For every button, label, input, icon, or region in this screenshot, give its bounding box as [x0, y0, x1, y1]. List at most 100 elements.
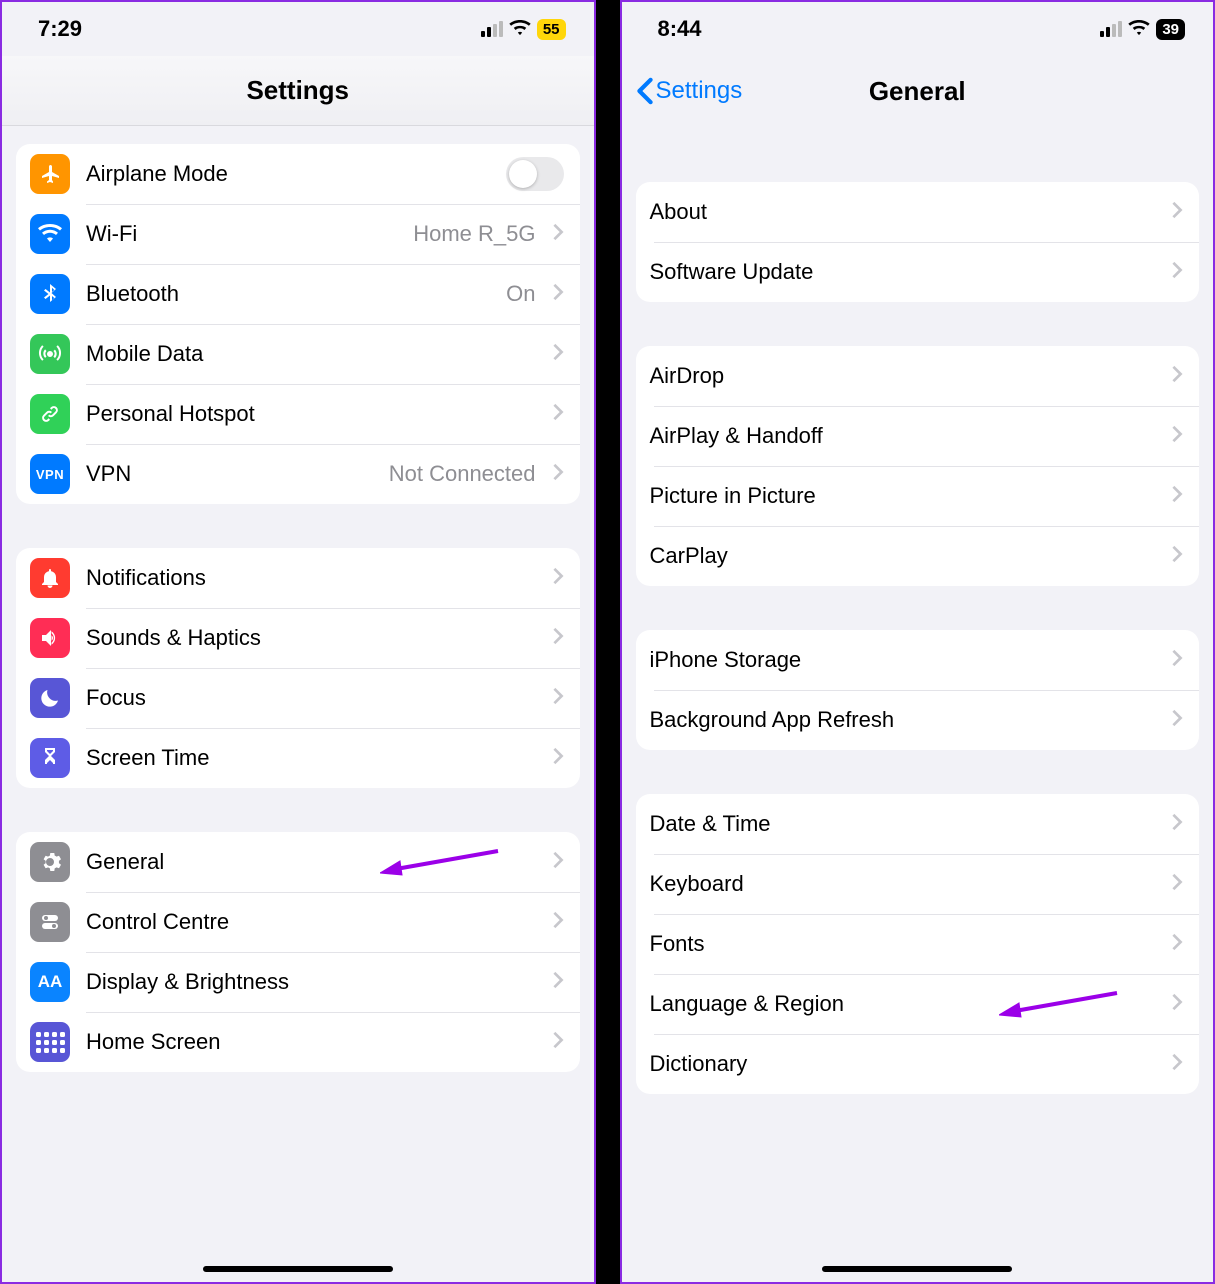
settings-group: Notifications Sounds & Haptics Focus Screen… [16, 548, 580, 788]
toggle-switch[interactable] [506, 157, 564, 191]
home-indicator[interactable] [203, 1266, 393, 1272]
row-display[interactable]: AADisplay & Brightness [16, 952, 580, 1012]
row-label: Fonts [650, 931, 1156, 957]
chevron-right-icon [1171, 365, 1183, 388]
row-label: General [86, 849, 536, 875]
settings-list[interactable]: Airplane Mode Wi-FiHome R_5GBluetoothOn Mo… [2, 126, 594, 1282]
row-homescreen[interactable]: Home Screen [16, 1012, 580, 1072]
row-label: Airplane Mode [86, 161, 490, 187]
airplane-icon [30, 154, 70, 194]
chevron-right-icon [552, 747, 564, 770]
wifi-icon [30, 214, 70, 254]
row-sounds[interactable]: Sounds & Haptics [16, 608, 580, 668]
row-storage[interactable]: iPhone Storage [636, 630, 1200, 690]
switches-icon [30, 902, 70, 942]
general-list[interactable]: About Software Update AirDrop AirPlay & Han… [622, 126, 1214, 1282]
row-hotspot[interactable]: Personal Hotspot [16, 384, 580, 444]
antenna-icon [30, 334, 70, 374]
chevron-right-icon [552, 403, 564, 426]
speaker-icon [30, 618, 70, 658]
wifi-icon [1128, 16, 1150, 42]
chevron-right-icon [552, 283, 564, 306]
chevron-right-icon [1171, 933, 1183, 956]
row-swupdate[interactable]: Software Update [636, 242, 1200, 302]
row-fonts[interactable]: Fonts [636, 914, 1200, 974]
chevron-right-icon [1171, 261, 1183, 284]
homegrid-icon [30, 1022, 70, 1062]
row-label: CarPlay [650, 543, 1156, 569]
row-label: Picture in Picture [650, 483, 1156, 509]
row-vpn[interactable]: VPN VPN Not Connected [16, 444, 580, 504]
battery-indicator: 55 [537, 19, 566, 40]
bell-icon [30, 558, 70, 598]
row-label: VPN [86, 461, 373, 487]
chevron-right-icon [552, 971, 564, 994]
row-screentime[interactable]: Screen Time [16, 728, 580, 788]
chevron-right-icon [552, 567, 564, 590]
row-langregion[interactable]: Language & Region [636, 974, 1200, 1034]
row-mobiledata[interactable]: Mobile Data [16, 324, 580, 384]
home-indicator[interactable] [822, 1266, 1012, 1272]
row-label: Mobile Data [86, 341, 536, 367]
row-label: Notifications [86, 565, 536, 591]
row-bgrefresh[interactable]: Background App Refresh [636, 690, 1200, 750]
chevron-right-icon [552, 687, 564, 710]
chevron-right-icon [1171, 201, 1183, 224]
row-notifications[interactable]: Notifications [16, 548, 580, 608]
row-controlcentre[interactable]: Control Centre [16, 892, 580, 952]
row-label: About [650, 199, 1156, 225]
row-label: Control Centre [86, 909, 536, 935]
back-button[interactable]: Settings [636, 56, 743, 126]
settings-screen: 7:29 55 Settings Airplane ModeWi-FiHome … [0, 0, 596, 1284]
row-label: Personal Hotspot [86, 401, 536, 427]
page-title: Settings [246, 75, 349, 106]
row-label: Wi-Fi [86, 221, 397, 247]
row-airdrop[interactable]: AirDrop [636, 346, 1200, 406]
row-wifi[interactable]: Wi-FiHome R_5G [16, 204, 580, 264]
row-general[interactable]: General [16, 832, 580, 892]
general-screen: 8:44 39 Settings General AboutSoftware U… [620, 0, 1215, 1284]
row-label: AirDrop [650, 363, 1156, 389]
row-label: iPhone Storage [650, 647, 1156, 673]
settings-group: iPhone Storage Background App Refresh [636, 630, 1200, 750]
chevron-right-icon [552, 1031, 564, 1054]
wifi-icon [509, 16, 531, 42]
settings-group: AirDrop AirPlay & Handoff Picture in Pictu… [636, 346, 1200, 586]
row-airplane[interactable]: Airplane Mode [16, 144, 580, 204]
row-keyboard[interactable]: Keyboard [636, 854, 1200, 914]
row-label: Background App Refresh [650, 707, 1156, 733]
link-icon [30, 394, 70, 434]
row-datetime[interactable]: Date & Time [636, 794, 1200, 854]
row-about[interactable]: About [636, 182, 1200, 242]
row-label: Bluetooth [86, 281, 490, 307]
chevron-right-icon [1171, 813, 1183, 836]
chevron-right-icon [552, 627, 564, 650]
row-label: Sounds & Haptics [86, 625, 536, 651]
moon-icon [30, 678, 70, 718]
row-value: Not Connected [389, 461, 536, 487]
chevron-right-icon [1171, 545, 1183, 568]
vpn-icon: VPN [30, 454, 70, 494]
row-focus[interactable]: Focus [16, 668, 580, 728]
settings-group: Airplane Mode Wi-FiHome R_5GBluetoothOn Mo… [16, 144, 580, 504]
cellular-signal-icon [481, 21, 503, 37]
row-bluetooth[interactable]: BluetoothOn [16, 264, 580, 324]
row-dictionary[interactable]: Dictionary [636, 1034, 1200, 1094]
row-label: Language & Region [650, 991, 1156, 1017]
chevron-right-icon [1171, 1053, 1183, 1076]
cellular-signal-icon [1100, 21, 1122, 37]
chevron-right-icon [1171, 425, 1183, 448]
gear-icon [30, 842, 70, 882]
row-label: Home Screen [86, 1029, 536, 1055]
chevron-right-icon [1171, 709, 1183, 732]
status-bar: 8:44 39 [622, 2, 1214, 56]
row-pip[interactable]: Picture in Picture [636, 466, 1200, 526]
row-carplay[interactable]: CarPlay [636, 526, 1200, 586]
row-label: Date & Time [650, 811, 1156, 837]
row-airplay[interactable]: AirPlay & Handoff [636, 406, 1200, 466]
row-label: Screen Time [86, 745, 536, 771]
status-time: 8:44 [658, 16, 702, 42]
chevron-right-icon [552, 223, 564, 246]
settings-group: Date & Time Keyboard Fonts Language & Regio… [636, 794, 1200, 1094]
chevron-right-icon [1171, 993, 1183, 1016]
